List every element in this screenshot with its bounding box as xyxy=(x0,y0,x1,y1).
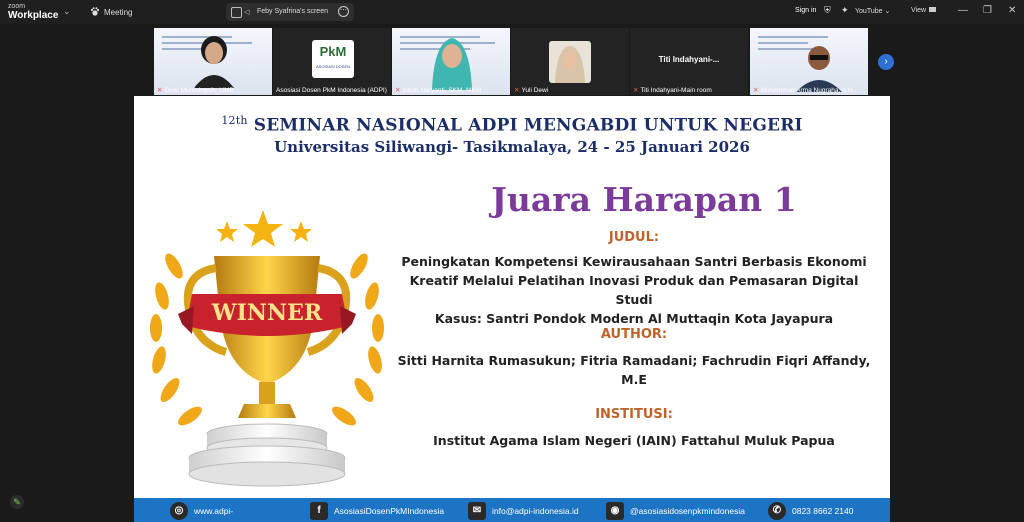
security-shield-icon[interactable]: ⛨ xyxy=(824,5,831,16)
ai-companion-icon[interactable]: ✦ xyxy=(841,5,849,16)
slide-footer: ◎ www.adpi- f AsosiasiDosenPkMIndonesia ✉ i… xyxy=(134,498,890,522)
star-icon xyxy=(243,210,283,247)
screen-share-icon xyxy=(231,7,242,18)
participant-name: ✕ Muhammad Arma Nugraha, A.N... xyxy=(753,87,858,94)
minimize-icon[interactable]: — xyxy=(958,5,968,16)
meeting-tab[interactable]: Meeting xyxy=(90,7,132,17)
participant-gallery: ✕ Dewi Murtiningsih_UMB PkM ASOSIASI DOSE… xyxy=(152,28,870,96)
view-label: View xyxy=(911,7,927,14)
shared-slide: 12th SEMINAR NASIONAL ADPI MENGABDI UNTU… xyxy=(134,96,890,522)
grid-view-icon xyxy=(929,7,937,12)
sign-in-button[interactable]: Sign in xyxy=(795,7,816,14)
seminar-title: 12th SEMINAR NASIONAL ADPI MENGABDI UNTU… xyxy=(221,114,803,136)
participant-name: ✕ Yuli Dewi xyxy=(514,87,549,94)
email-icon: ✉ xyxy=(468,502,486,520)
university-subtitle: Universitas Siliwangi- Tasikmalaya, 24 -… xyxy=(274,138,750,156)
winner-trophy-illustration: WINNER xyxy=(150,210,384,487)
zoom-workplace-logo[interactable]: zoom Workplace xyxy=(8,2,59,21)
brand-main: Workplace xyxy=(8,10,59,21)
judul-text: Peningkatan Kompetensi Kewirausahaan San… xyxy=(401,254,867,326)
award-title: Juara Harapan 1 xyxy=(491,180,797,219)
participant-tile[interactable]: ✕ Yuli Dewi xyxy=(511,28,629,95)
participant-tile[interactable]: ✕ Indah Naryanti, SKM, MKM xyxy=(392,28,510,95)
participant-name: ✕ Titi Indahyani-Main room xyxy=(633,87,712,94)
mic-muted-icon: ✕ xyxy=(514,87,520,94)
author-text: Sitti Harnita Rumasukun; Fitria Ramadani… xyxy=(397,353,871,387)
trophy-banner-text: WINNER xyxy=(211,300,323,326)
participant-video xyxy=(194,36,234,88)
paw-icon xyxy=(90,7,100,16)
whatsapp-icon: ✆ xyxy=(768,502,786,520)
participant-tile[interactable]: ✕ Dewi Murtiningsih_UMB xyxy=(154,28,272,95)
facebook-icon: f xyxy=(310,502,328,520)
annotate-pencil-icon[interactable]: ✎ xyxy=(10,495,24,509)
institusi-label: INSTITUSI: xyxy=(595,407,673,422)
speaker-mute-icon[interactable]: ◁ xyxy=(244,8,249,16)
next-page-arrow-icon[interactable]: › xyxy=(878,54,894,70)
judul-label: JUDUL: xyxy=(608,230,660,245)
participant-tile[interactable]: PkM ASOSIASI DOSEN Asosiasi Dosen PkM In… xyxy=(273,28,391,95)
adpi-logo: PkM ASOSIASI DOSEN xyxy=(312,40,354,78)
participant-name: ✕ Dewi Murtiningsih_UMB xyxy=(157,87,234,94)
mic-muted-icon: ✕ xyxy=(633,87,639,94)
author-label: AUTHOR: xyxy=(600,327,668,342)
participant-tile[interactable]: Titi Indahyani-... ✕ Titi Indahyani-Main … xyxy=(630,28,748,95)
mic-muted-icon: ✕ xyxy=(395,87,401,94)
youtube-live-button[interactable]: YouTube ⌄ xyxy=(855,7,890,15)
meeting-tab-label: Meeting xyxy=(104,8,133,17)
chevron-down-icon[interactable]: ⌄ xyxy=(63,6,71,17)
screen-share-label: Feby Syafrina's screen xyxy=(257,8,328,15)
participant-name: ✕ Indah Naryanti, SKM, MKM xyxy=(395,87,482,94)
restore-icon[interactable]: ❐ xyxy=(983,5,992,16)
mic-muted-icon: ✕ xyxy=(753,87,759,94)
participant-tile[interactable]: ✕ Muhammad Arma Nugraha, A.N... xyxy=(750,28,868,95)
globe-icon: ◎ xyxy=(170,502,188,520)
instagram-icon: ◉ xyxy=(606,502,624,520)
participant-video xyxy=(432,38,472,90)
more-options-icon[interactable]: ⋯ xyxy=(338,6,349,17)
youtube-label: YouTube xyxy=(855,8,883,15)
close-icon[interactable]: ✕ xyxy=(1008,5,1016,16)
participant-video xyxy=(796,46,842,92)
institusi-text: Institut Agama Islam Negeri (IAIN) Fatta… xyxy=(433,433,835,448)
participant-name-center: Titi Indahyani-... xyxy=(658,55,720,64)
top-bar: zoom Workplace ⌄ Meeting ◁ Feby Syafrina… xyxy=(0,0,1024,24)
screen-share-tab[interactable]: ◁ Feby Syafrina's screen ⋯ xyxy=(226,3,354,21)
participant-name: Asosiasi Dosen PkM Indonesia (ADPI) xyxy=(276,87,387,94)
participant-avatar xyxy=(549,41,591,83)
view-button[interactable]: View xyxy=(911,7,937,14)
mic-muted-icon: ✕ xyxy=(157,87,163,94)
